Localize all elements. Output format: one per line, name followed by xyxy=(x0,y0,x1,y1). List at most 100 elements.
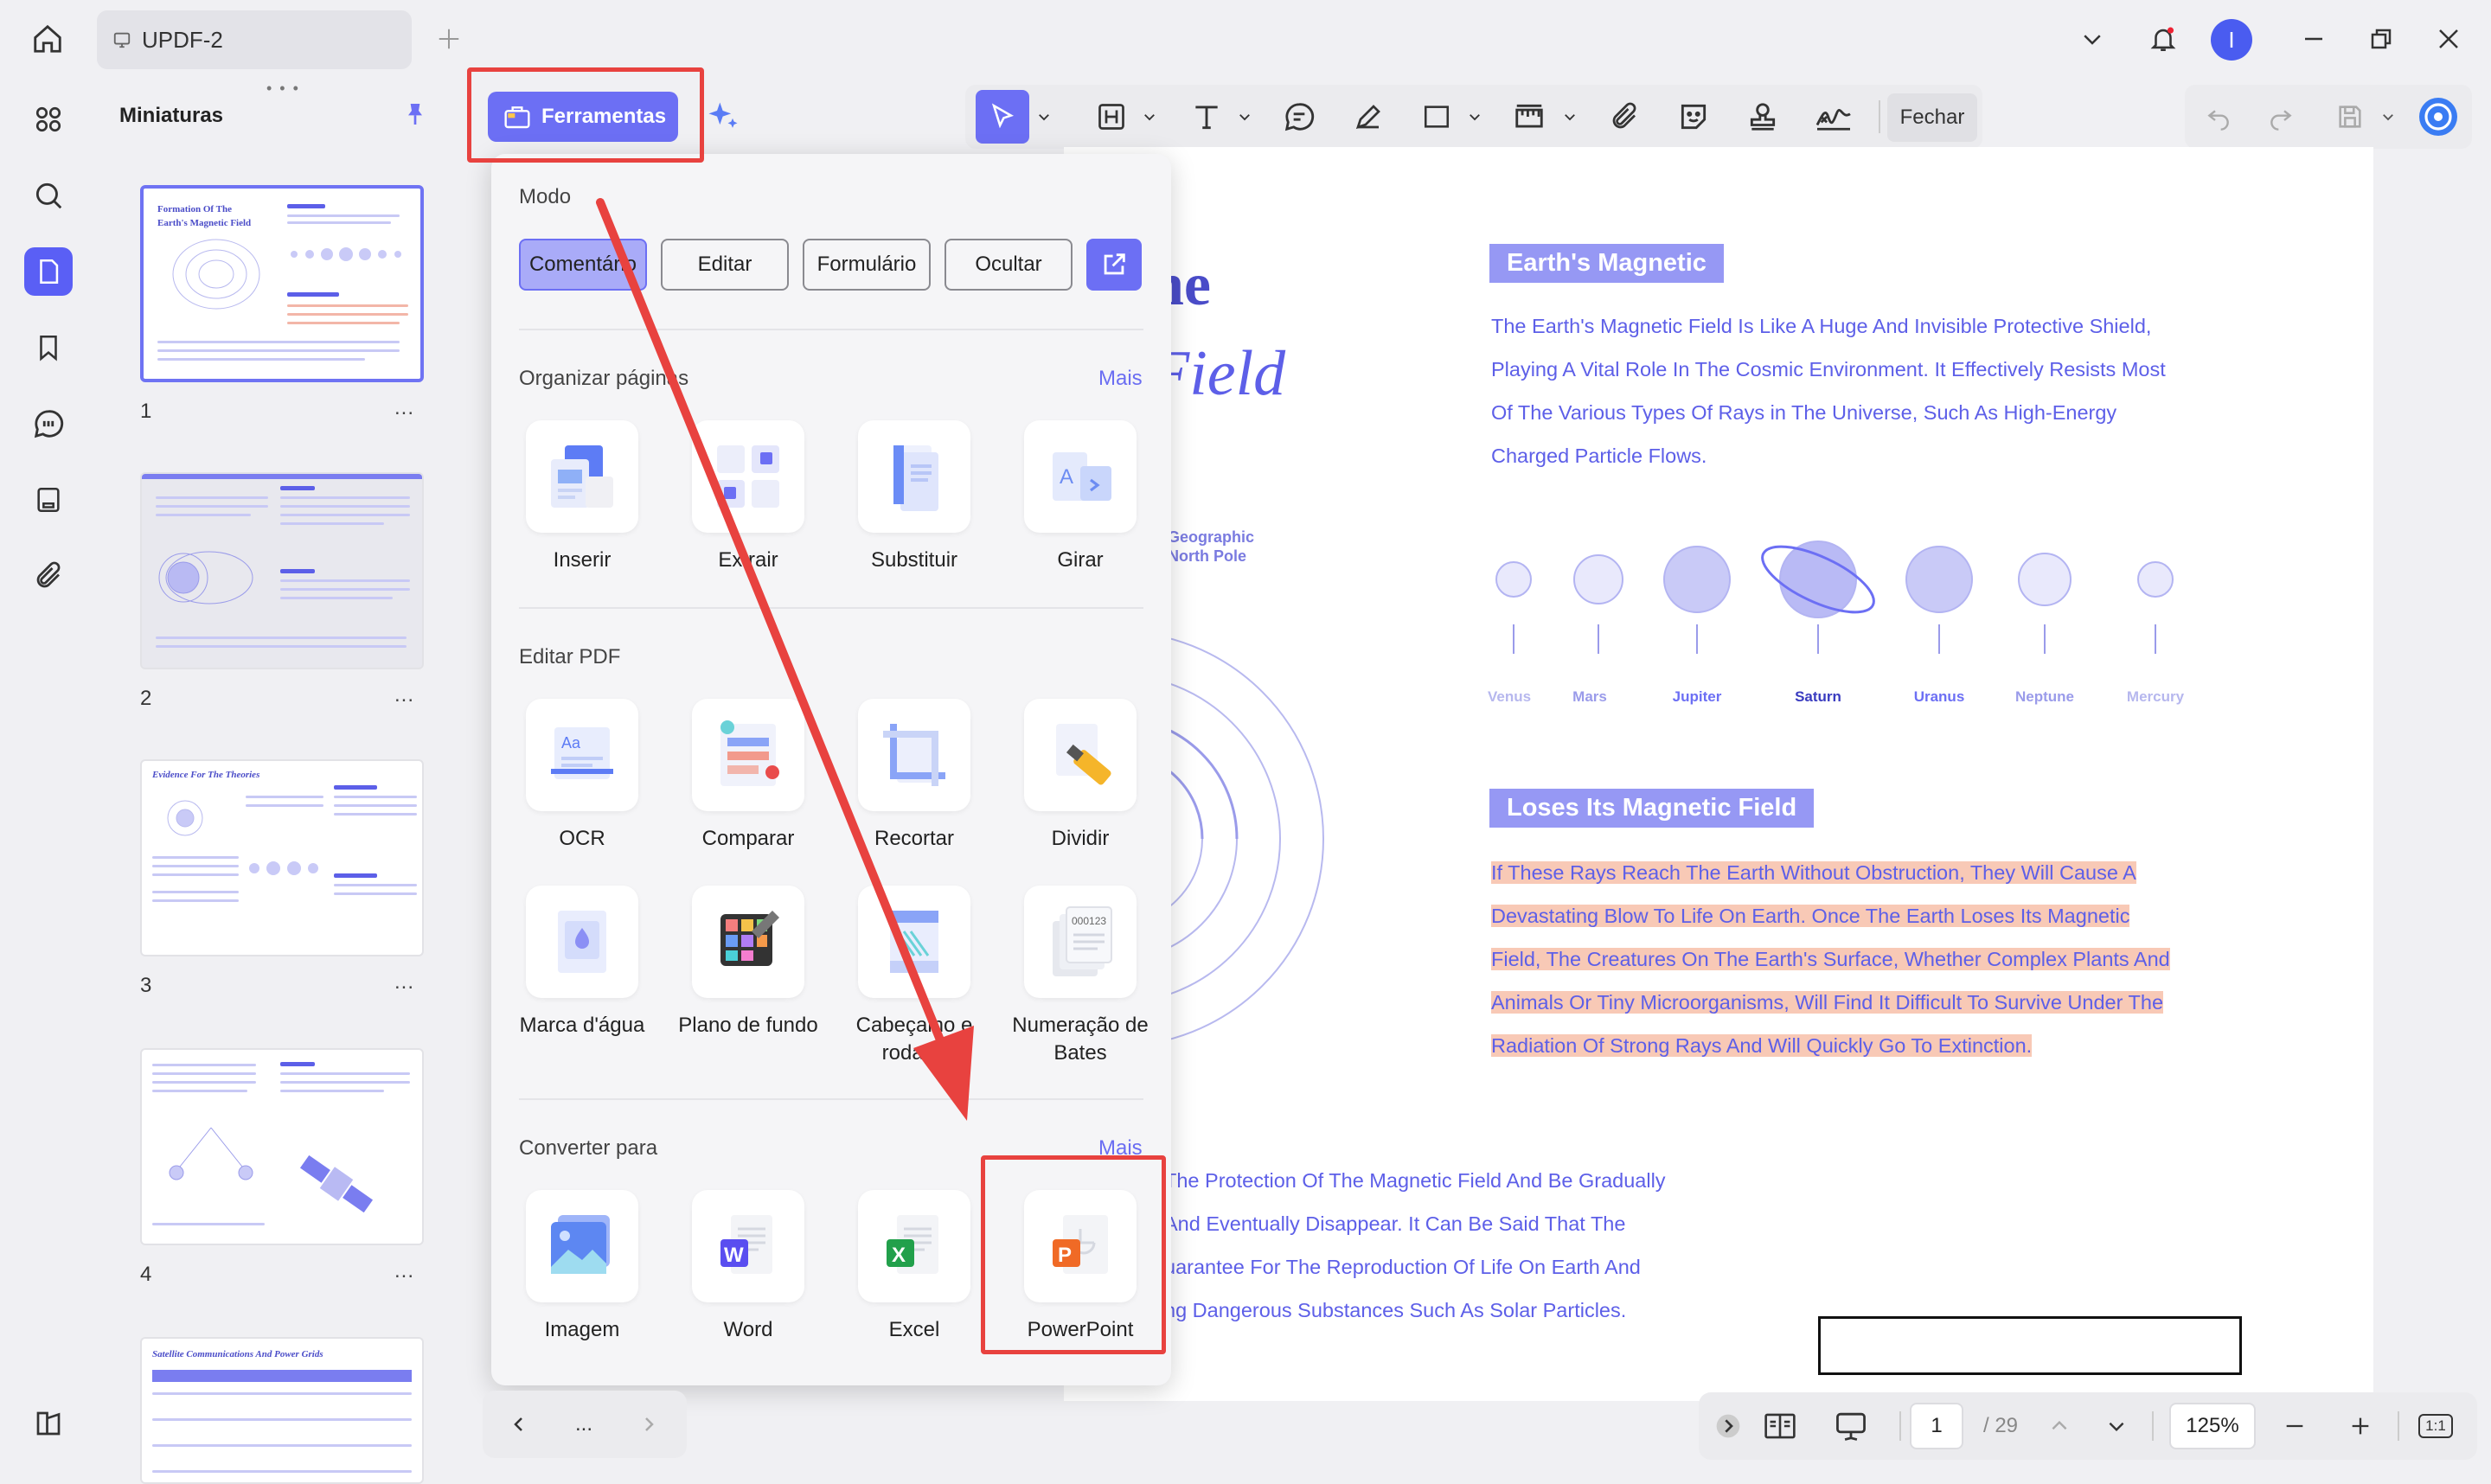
organize-more-link[interactable]: Mais xyxy=(1098,367,1143,391)
zoom-input[interactable]: 125% xyxy=(2169,1403,2256,1449)
minimize-icon[interactable] xyxy=(2292,17,2335,61)
thumbnail-page-4[interactable] xyxy=(140,1048,424,1245)
bookmark-icon[interactable] xyxy=(24,323,73,372)
thumbnail-line xyxy=(287,304,408,307)
header-footer-tile[interactable] xyxy=(858,886,970,998)
split-tile[interactable] xyxy=(1024,699,1137,811)
layers-icon[interactable] xyxy=(24,1399,73,1448)
home-icon[interactable] xyxy=(26,17,69,61)
text-icon[interactable] xyxy=(1185,90,1228,144)
empty-form-box[interactable] xyxy=(1818,1316,2242,1375)
signature-icon[interactable] xyxy=(1808,90,1860,144)
chevron-right-icon[interactable] xyxy=(631,1403,666,1446)
zoom-in-icon[interactable] xyxy=(2339,1404,2382,1448)
presentation-icon[interactable] xyxy=(1825,1404,1877,1448)
thumbnail-line xyxy=(142,474,422,479)
convert-excel-tile[interactable]: X xyxy=(858,1190,970,1302)
thumbnail-page-5[interactable]: Satellite Communications And Power Grids xyxy=(140,1337,424,1484)
crop-tile[interactable] xyxy=(858,699,970,811)
paragraph-line: Animals Or Tiny Microorganisms, Will Fin… xyxy=(1491,981,2270,1024)
collapse-toggle-icon[interactable] xyxy=(1711,1404,1745,1448)
chevron-down-icon[interactable] xyxy=(1557,90,1583,144)
form-icon[interactable] xyxy=(24,476,73,524)
close-window-icon[interactable] xyxy=(2427,17,2470,61)
compare-tile[interactable] xyxy=(692,699,804,811)
document-tab-icon xyxy=(112,30,131,49)
mode-form-button[interactable]: Formulário xyxy=(803,239,931,291)
ocr-tile[interactable]: Aa xyxy=(526,699,638,811)
document-tab[interactable]: UPDF-2 xyxy=(97,10,412,69)
chevron-down-icon[interactable] xyxy=(2375,90,2401,144)
measure-icon[interactable] xyxy=(1507,90,1552,144)
open-external-button[interactable] xyxy=(1086,239,1142,291)
grid-icon[interactable] xyxy=(24,95,73,144)
highlight-icon[interactable] xyxy=(1090,90,1133,144)
replace-tile[interactable] xyxy=(858,420,970,533)
redo-icon[interactable] xyxy=(2259,90,2302,144)
chevron-down-icon[interactable] xyxy=(1031,90,1057,144)
chevron-up-icon[interactable] xyxy=(2038,1404,2081,1448)
rectangle-icon[interactable] xyxy=(1415,90,1458,144)
new-tab-icon[interactable] xyxy=(427,17,471,61)
insert-tile[interactable] xyxy=(526,420,638,533)
section-heading: Earth's Magnetic xyxy=(1489,244,1724,283)
chevron-down-icon[interactable] xyxy=(2071,17,2114,61)
convert-word-tile[interactable]: W xyxy=(692,1190,804,1302)
chevron-down-icon[interactable] xyxy=(1462,90,1488,144)
thumbnail-diagram xyxy=(167,800,203,836)
comment-bubble-icon[interactable] xyxy=(1277,90,1322,144)
stamp-icon[interactable] xyxy=(1740,90,1785,144)
comment-icon[interactable] xyxy=(24,400,73,448)
select-cursor-icon[interactable] xyxy=(976,90,1029,144)
thumbnail-more-button[interactable]: ... xyxy=(394,396,414,420)
attachment-icon[interactable] xyxy=(24,552,73,600)
geo-label-line: Geographic xyxy=(1168,528,1255,546)
search-icon[interactable] xyxy=(24,171,73,220)
paragraph-line: And Eventually Disappear. It Can Be Said… xyxy=(1164,1212,1626,1235)
chevron-down-icon[interactable] xyxy=(1137,90,1162,144)
convert-image-tile[interactable] xyxy=(526,1190,638,1302)
thumbnail-page-2[interactable] xyxy=(140,472,424,669)
drag-handle[interactable]: • • • xyxy=(266,80,300,98)
paperclip-icon[interactable] xyxy=(1602,90,1647,144)
undo-icon[interactable] xyxy=(2197,90,2240,144)
user-avatar[interactable]: I xyxy=(2211,19,2252,61)
mode-redact-button[interactable]: Ocultar xyxy=(945,239,1073,291)
mode-comment-button[interactable]: Comentário xyxy=(519,239,647,291)
thumbnail-line xyxy=(334,785,377,790)
mode-edit-button[interactable]: Editar xyxy=(661,239,789,291)
zoom-out-icon[interactable] xyxy=(2273,1404,2316,1448)
background-tile[interactable] xyxy=(692,886,804,998)
thumbnail-page-1[interactable]: Formation Of The Earth's Magnetic Field xyxy=(140,185,424,382)
page-layout-icon[interactable] xyxy=(1756,1404,1804,1448)
extract-tile[interactable] xyxy=(692,420,804,533)
thumbnail-line xyxy=(334,796,417,798)
bates-tile[interactable]: 000123 xyxy=(1024,886,1137,998)
bell-icon[interactable] xyxy=(2142,17,2185,61)
thumbnails-icon[interactable] xyxy=(24,247,73,296)
sticker-icon[interactable] xyxy=(1671,90,1716,144)
ai-assistant-icon[interactable] xyxy=(2415,90,2462,144)
pencil-icon[interactable] xyxy=(1346,90,1391,144)
chevron-down-icon[interactable] xyxy=(1232,90,1258,144)
thumbnail-satellite xyxy=(299,1155,374,1213)
close-toolbar-button[interactable]: Fechar xyxy=(1887,93,1977,142)
thumbnail-more-button[interactable]: ... xyxy=(394,1259,414,1283)
thumbnail-page-3[interactable]: Evidence For The Theories xyxy=(140,759,424,956)
thumbnail-more-button[interactable]: ... xyxy=(394,970,414,995)
watermark-tile[interactable] xyxy=(526,886,638,998)
ai-sparkle-icon[interactable] xyxy=(701,90,746,144)
chevron-left-icon[interactable] xyxy=(502,1403,536,1446)
title-bar: UPDF-2 I xyxy=(0,0,2491,78)
restore-icon[interactable] xyxy=(2360,17,2403,61)
pin-icon[interactable] xyxy=(401,99,429,130)
save-icon[interactable] xyxy=(2328,90,2372,144)
page-number-input[interactable]: 1 xyxy=(1910,1403,1963,1449)
actual-size-button[interactable]: 1:1 xyxy=(2411,1404,2460,1448)
thumbnail-more-button[interactable]: ... xyxy=(394,683,414,707)
thumbnail-diagram xyxy=(169,1127,253,1180)
thumbnail-line xyxy=(157,349,400,352)
chevron-down-icon[interactable] xyxy=(2095,1404,2138,1448)
page-nav-more-button[interactable]: ... xyxy=(562,1403,605,1446)
rotate-tile[interactable]: A xyxy=(1024,420,1137,533)
